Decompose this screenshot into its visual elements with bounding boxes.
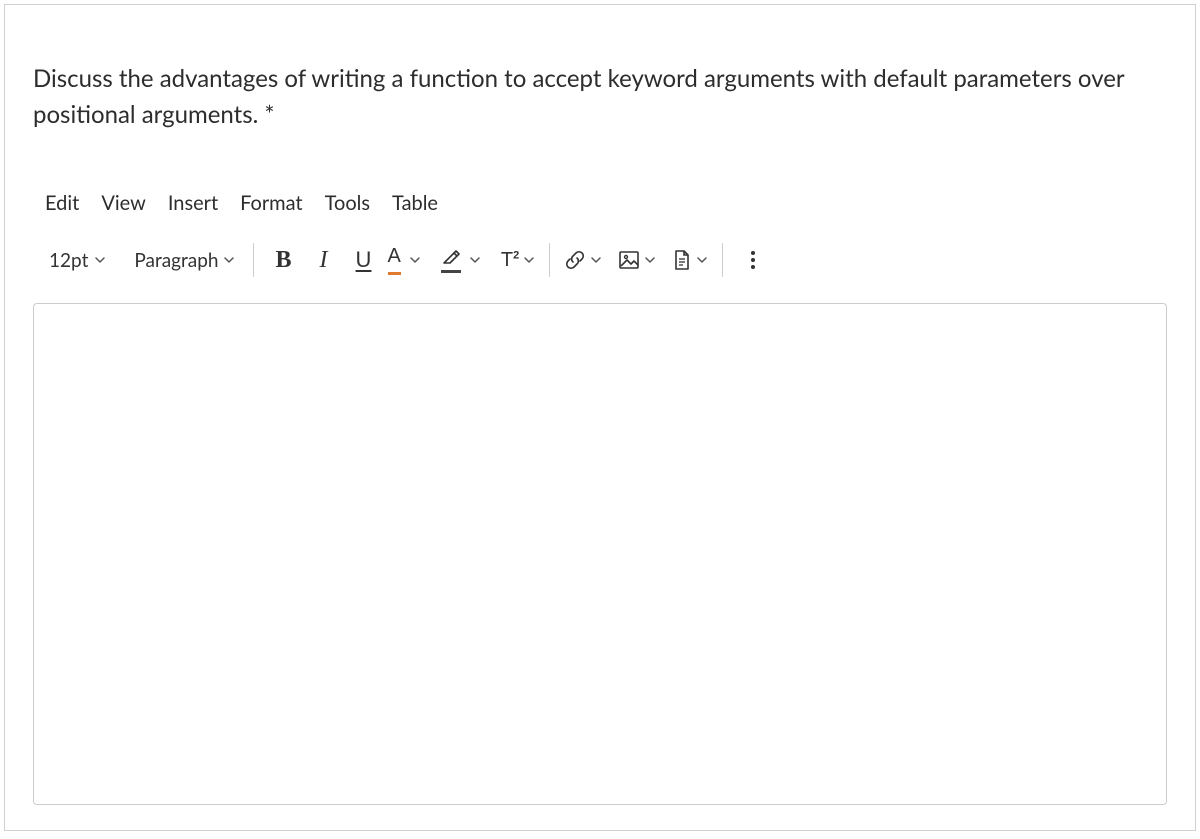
chevron-down-icon	[696, 254, 708, 266]
menubar: Edit View Insert Format Tools Table	[33, 191, 1167, 235]
underline-button[interactable]: U	[344, 240, 384, 280]
question-text: Discuss the advantages of writing a func…	[5, 5, 1195, 133]
image-icon	[618, 250, 640, 270]
menu-insert[interactable]: Insert	[168, 191, 218, 215]
font-size-label: 12pt	[49, 249, 88, 272]
document-icon	[672, 249, 692, 271]
menu-tools[interactable]: Tools	[325, 191, 370, 215]
chevron-down-icon	[94, 254, 106, 266]
italic-button[interactable]: I	[304, 240, 344, 280]
highlight-button[interactable]	[437, 240, 485, 280]
chevron-down-icon	[409, 254, 421, 266]
editor-wrap: Edit View Insert Format Tools Table 12pt…	[5, 191, 1195, 805]
bold-button[interactable]: B	[264, 240, 304, 280]
chevron-down-icon	[223, 254, 235, 266]
image-button[interactable]	[614, 240, 660, 280]
block-format-label: Paragraph	[134, 249, 218, 272]
underline-icon: U	[356, 247, 372, 273]
block-format-dropdown[interactable]: Paragraph	[114, 240, 242, 280]
chevron-down-icon	[469, 254, 481, 266]
link-button[interactable]	[560, 240, 606, 280]
toolbar: 12pt Paragraph B I U	[33, 235, 1167, 285]
more-button[interactable]	[733, 240, 773, 280]
toolbar-divider	[549, 243, 550, 277]
menu-edit[interactable]: Edit	[45, 191, 79, 215]
menu-view[interactable]: View	[101, 191, 146, 215]
font-size-dropdown[interactable]: 12pt	[41, 240, 114, 280]
toolbar-divider	[253, 243, 254, 277]
menu-format[interactable]: Format	[240, 191, 303, 215]
chevron-down-icon	[644, 254, 656, 266]
more-vertical-icon	[750, 249, 756, 271]
highlight-icon	[441, 248, 461, 273]
chevron-down-icon	[523, 254, 535, 266]
superscript-button[interactable]: T2	[497, 240, 539, 280]
chevron-down-icon	[590, 254, 602, 266]
editor-textarea[interactable]	[33, 303, 1167, 805]
italic-icon: I	[320, 247, 328, 274]
link-icon	[564, 249, 586, 271]
superscript-icon: T2	[501, 249, 519, 272]
document-button[interactable]	[668, 240, 712, 280]
editor-container: Discuss the advantages of writing a func…	[4, 4, 1196, 831]
menu-table[interactable]: Table	[392, 191, 438, 215]
toolbar-divider	[722, 243, 723, 277]
text-color-button[interactable]: A	[384, 240, 425, 280]
text-color-icon: A	[388, 245, 401, 275]
bold-icon: B	[275, 247, 291, 274]
